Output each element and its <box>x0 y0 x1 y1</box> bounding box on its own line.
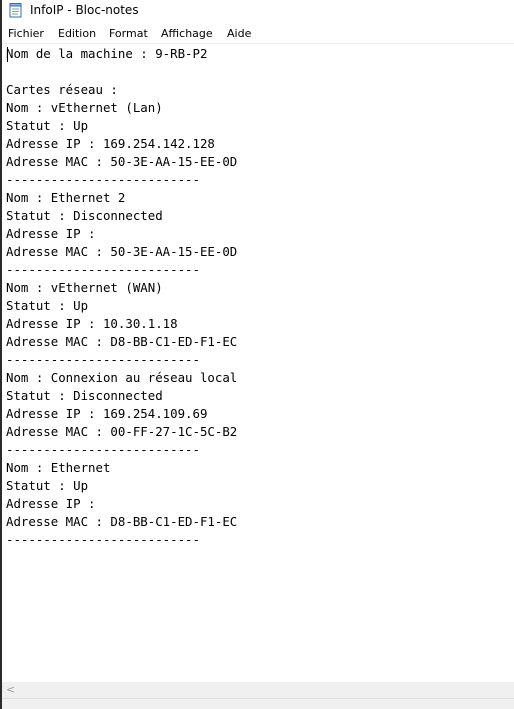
text-editor[interactable]: Nom de la machine : 9-RB-P2 Cartes résea… <box>2 44 514 682</box>
notepad-window: InfoIP - Bloc-notes Fichier Edition Form… <box>0 0 514 709</box>
notepad-icon <box>9 3 23 18</box>
horizontal-scrollbar[interactable]: < <box>2 682 514 698</box>
menu-aide[interactable]: Aide <box>227 26 251 41</box>
chevron-left-icon[interactable]: < <box>6 684 15 696</box>
document-text[interactable]: Nom de la machine : 9-RB-P2 Cartes résea… <box>6 45 237 549</box>
title-bar[interactable]: InfoIP - Bloc-notes <box>2 0 514 22</box>
menu-bar: Fichier Edition Format Affichage Aide <box>2 24 514 44</box>
menu-fichier[interactable]: Fichier <box>8 26 44 41</box>
window-title: InfoIP - Bloc-notes <box>30 3 139 17</box>
text-caret <box>7 47 8 62</box>
menu-edition[interactable]: Edition <box>58 26 96 41</box>
window-bottom-bar <box>2 698 514 709</box>
menu-affichage[interactable]: Affichage <box>161 26 213 41</box>
menu-format[interactable]: Format <box>109 26 148 41</box>
